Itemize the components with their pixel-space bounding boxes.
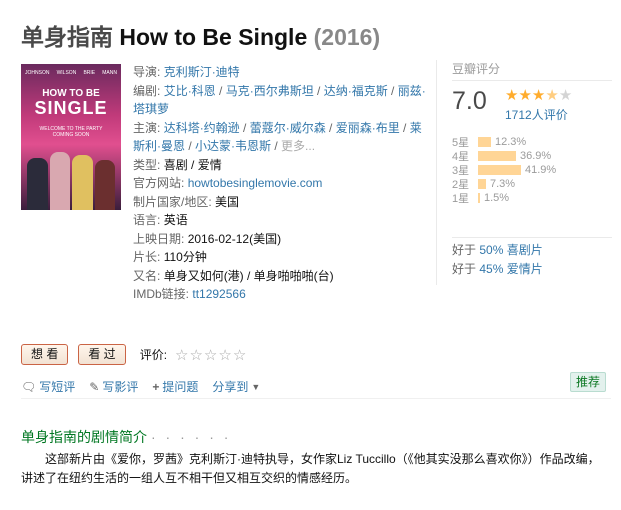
poster-figures [27,146,115,210]
rating-dist-percent: 1.5% [484,192,510,204]
rating-comparison: 好于 50% 喜剧片 好于 45% 爱情片 [452,237,612,279]
rating-dist-bar [478,179,486,189]
title-cn: 单身指南 [21,24,113,50]
comparison-romance-link[interactable]: 45% 爱情片 [479,262,542,276]
rating-dist-row: 4星 36.9% [452,149,612,163]
country-row: 制片国家/地区: 美国 [133,194,240,209]
runtime-value: 110分钟 [163,250,207,264]
cast-more-link[interactable]: 更多... [281,139,315,153]
plus-icon: + [152,379,160,394]
poster-title: HOW TO BE SINGLE [34,88,108,118]
cast-row: 主演: 达科塔·约翰逊 / 蕾蔻尔·威尔森 / 爱丽森·布里 / 莱斯利·曼恩 … [133,120,422,154]
rating-dist-row: 2星 7.3% [452,177,612,191]
poster-tagline: WELCOME TO THE PARTY COMING SOON [39,126,103,138]
want-to-watch-button[interactable]: 想 看 [21,344,69,365]
rating-header: 豆瓣评分 [452,62,501,76]
chevron-down-icon: ▼ [251,381,261,392]
watched-button[interactable]: 看 过 [78,344,126,365]
comment-icon: 🗨︎ [21,379,37,394]
rating-dist-percent: 7.3% [490,178,516,190]
rating-dist-percent: 41.9% [525,164,557,176]
title-en: How to Be Single [119,24,308,50]
star-icon: ★ [531,87,546,104]
language-row: 语言: 英语 [133,213,188,227]
writer-link[interactable]: 马克·西尔弗斯坦 [226,84,314,98]
comparison-comedy: 好于 50% 喜剧片 [452,243,543,257]
tools-divider [21,398,611,399]
column-divider [436,60,437,285]
writer-link[interactable]: 达纳·福克斯 [324,84,388,98]
genre-value: 喜剧 / 爱情 [163,157,222,172]
review-link[interactable]: ✎ 写影评 [89,378,138,395]
comparison-romance: 好于 45% 爱情片 [452,262,543,276]
official-site-link[interactable]: howtobesinglemovie.com [188,176,323,190]
rating-dist-bar [478,151,516,161]
cast-link[interactable]: 达科塔·约翰逊 [164,121,240,135]
site-row: 官方网站: howtobesinglemovie.com [133,176,323,190]
rating-dist-bar [478,193,480,203]
cast-link[interactable]: 蕾蔻尔·威尔森 [250,121,326,135]
movie-title: 单身指南 How to Be Single (2016) [21,18,380,52]
star-icon: ★ [518,87,532,104]
rating-stars: ★★★★★ [505,86,572,104]
rating-dist-bar [478,165,521,175]
rating-distribution: 5星 12.3% 4星 36.9% 3星 41.9% 2星 7.3% 1星 1.5% [452,135,612,205]
user-rating-stars[interactable]: ☆☆☆☆☆ [175,346,247,364]
rate-label: 评价: [139,348,168,362]
writers-row: 编剧: 艾比·科恩 / 马克·西尔弗斯坦 / 达纳·福克斯 / 丽兹·塔琪萝 [133,83,426,117]
short-review-link[interactable]: 🗨︎ 写短评 [21,378,75,395]
action-bar: 想 看 看 过 评价: ☆☆☆☆☆ [21,344,247,365]
movie-poster[interactable]: JOHNSON WILSON BRIE MANN HOW TO BE SINGL… [21,64,121,210]
rating-dist-row: 1星 1.5% [452,191,612,205]
language-value: 英语 [163,213,188,227]
genre-row: 类型: 喜剧 / 爱情 [133,157,222,172]
poster-cast-names: JOHNSON WILSON BRIE MANN [25,70,117,76]
rating-votes-link[interactable]: 1712人评价 [505,106,568,123]
star-icon: ★ [558,87,573,104]
release-value: 2016-02-12(美国) [187,231,282,246]
rating-dist-bar [478,137,491,147]
director-link[interactable]: 克利斯汀·迪特 [164,65,240,79]
comparison-comedy-link[interactable]: 50% 喜剧片 [479,243,542,257]
rating-dist-row: 5星 12.3% [452,135,612,149]
release-row: 上映日期: 2016-02-12(美国) [133,231,282,246]
tool-links: 🗨︎ 写短评 ✎ 写影评 + 提问题 分享到 ▼ [21,378,260,395]
country-value: 美国 [215,194,240,209]
star-icon: ★ [505,87,519,104]
rating-dist-row: 3星 41.9% [452,163,612,177]
rating-panel: 豆瓣评分 7.0 ★★★★★ 1712人评价 5星 12.3% 4星 36.9% 3星 4… [452,60,612,276]
title-year: (2016) [313,24,381,50]
runtime-row: 片长: 110分钟 [133,250,207,264]
movie-info: 导演: 克利斯汀·迪特 编剧: 艾比·科恩 / 马克·西尔弗斯坦 / 达纳·福克… [133,63,433,304]
share-dropdown[interactable]: 分享到 ▼ [212,378,260,395]
rating-score: 7.0 [452,87,487,115]
rating-header-divider [452,80,612,81]
imdb-row: IMDb链接: tt1292566 [133,287,246,301]
aka-value: 单身又如何(港) / 单身啪啪啪(台) [163,268,334,283]
pencil-icon: ✎ [89,379,100,394]
cast-link[interactable]: 小达蒙·韦恩斯 [195,139,271,153]
recommend-button[interactable]: 推荐 [570,372,607,392]
cast-link[interactable]: 爱丽森·布里 [336,121,400,135]
summary-heading: 单身指南的剧情简介 · · · · · · [21,429,232,445]
summary-text: 这部新片由《爱你，罗茜》克利斯汀·迪特执导，女作家Liz Tuccillo（《他… [21,452,600,485]
rating-dist-label: 1星 [452,193,470,205]
rating-dist-percent: 12.3% [495,136,527,148]
imdb-link[interactable]: tt1292566 [192,287,245,301]
director-row: 导演: 克利斯汀·迪特 [133,65,240,79]
question-link[interactable]: + 提问题 [152,378,198,395]
star-icon: ★ [545,87,559,104]
rating-dist-percent: 36.9% [520,150,552,162]
writer-link[interactable]: 艾比·科恩 [164,84,216,98]
aka-row: 又名: 单身又如何(港) / 单身啪啪啪(台) [133,268,334,283]
